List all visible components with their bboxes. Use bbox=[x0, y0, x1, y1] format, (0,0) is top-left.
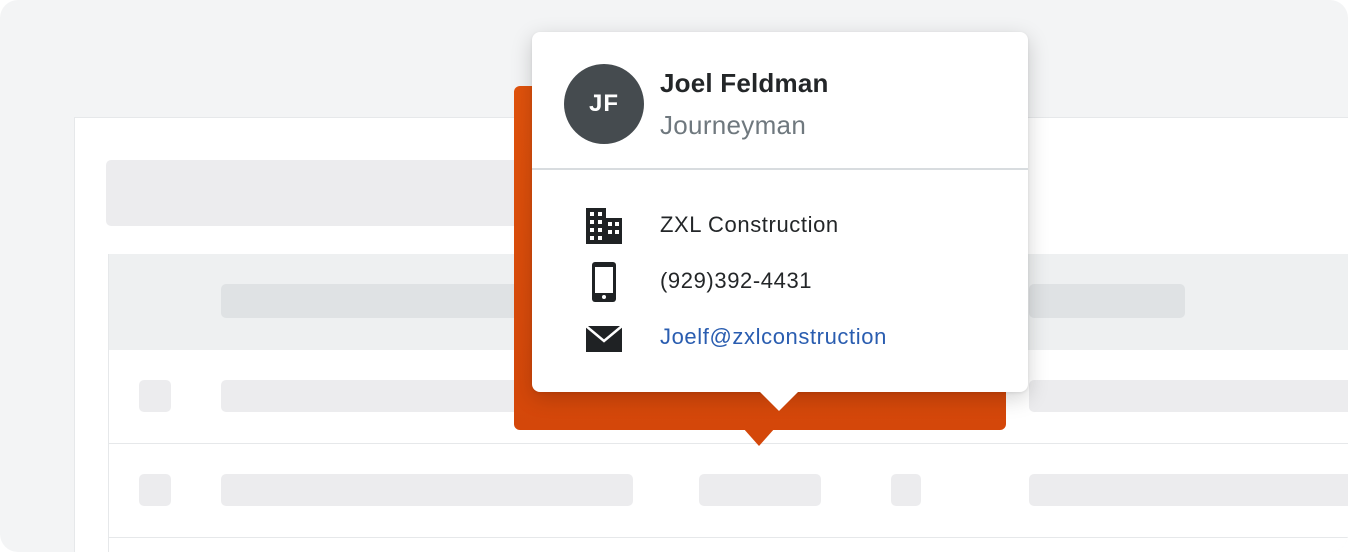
row-cell-placeholder bbox=[221, 474, 633, 506]
header-cell-placeholder bbox=[1029, 284, 1185, 318]
row-cell-placeholder bbox=[891, 474, 921, 506]
header-cell-placeholder bbox=[221, 284, 551, 318]
page-title-placeholder bbox=[106, 160, 546, 226]
contact-role: Journeyman bbox=[660, 110, 807, 140]
row-cell-placeholder bbox=[699, 474, 821, 506]
table-row[interactable] bbox=[109, 444, 1348, 538]
row-cell-placeholder bbox=[1029, 474, 1348, 506]
row-cell-placeholder bbox=[1029, 380, 1348, 412]
contact-popover: JF Joel Feldman Journeyman ZXL Construct… bbox=[532, 32, 1028, 392]
row-checkbox-placeholder[interactable] bbox=[139, 474, 171, 506]
company-row: ZXL Construction bbox=[532, 204, 1028, 244]
email-link[interactable]: Joelf@zxlconstruction bbox=[660, 324, 887, 350]
app-background: JF Joel Feldman Journeyman ZXL Construct… bbox=[0, 0, 1348, 552]
phone-row: (929)392-4431 bbox=[532, 260, 1028, 302]
avatar: JF bbox=[564, 64, 644, 144]
row-checkbox-placeholder[interactable] bbox=[139, 380, 171, 412]
row-cell-placeholder bbox=[221, 380, 551, 412]
email-row: Joelf@zxlconstruction bbox=[532, 316, 1028, 356]
building-icon bbox=[584, 206, 624, 246]
highlight-card-pointer bbox=[743, 428, 775, 446]
phone-number[interactable]: (929)392-4431 bbox=[660, 268, 812, 294]
mobile-phone-icon bbox=[584, 262, 624, 302]
envelope-icon bbox=[584, 318, 624, 358]
divider bbox=[532, 168, 1028, 170]
contact-name: Joel Feldman bbox=[660, 68, 829, 98]
company-name: ZXL Construction bbox=[660, 212, 839, 237]
popover-pointer bbox=[760, 392, 798, 411]
